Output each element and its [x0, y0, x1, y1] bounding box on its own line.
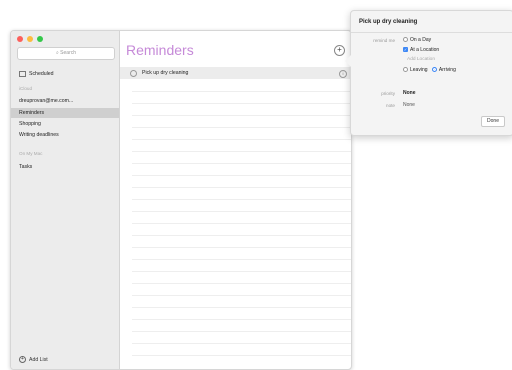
- leaving-radio[interactable]: [403, 67, 408, 73]
- empty-row-divider: [132, 115, 351, 116]
- reminder-row[interactable]: Pick up dry cleaning i: [120, 67, 351, 79]
- priority-label: priority: [381, 91, 395, 96]
- empty-row-divider: [132, 211, 351, 212]
- add-location-field[interactable]: Add Location: [407, 57, 435, 62]
- sidebar-item-tasks[interactable]: Tasks: [11, 162, 119, 172]
- empty-row-divider: [132, 91, 351, 92]
- sidebar-account[interactable]: dreuprovan@me.com...: [11, 96, 119, 106]
- reminder-list-pane: Reminders + Pick up dry cleaning i: [120, 31, 351, 369]
- empty-row-divider: [132, 355, 351, 356]
- search-input[interactable]: ⌕ Search: [17, 47, 115, 60]
- add-list-button[interactable]: + Add List: [19, 356, 48, 363]
- arriving-option[interactable]: Arriving: [431, 67, 456, 73]
- on-a-day-option[interactable]: On a Day: [403, 37, 431, 43]
- empty-row-divider: [132, 235, 351, 236]
- note-label: note: [386, 103, 395, 108]
- sidebar-item-reminders[interactable]: Reminders: [11, 108, 119, 118]
- empty-row-divider: [132, 139, 351, 140]
- zoom-button[interactable]: [37, 36, 43, 42]
- empty-row-divider: [132, 151, 351, 152]
- section-header-icloud: iCloud: [19, 86, 33, 91]
- sidebar-item-scheduled[interactable]: Scheduled: [11, 69, 119, 79]
- empty-row-divider: [132, 163, 351, 164]
- info-icon[interactable]: i: [339, 69, 347, 78]
- sidebar: ⌕ Search Scheduled iCloud dreuprovan@me.…: [11, 31, 120, 369]
- section-header-on-my-mac: On My Mac: [19, 151, 43, 156]
- arriving-radio[interactable]: [431, 67, 437, 73]
- on-a-day-checkbox[interactable]: [403, 37, 408, 43]
- empty-row-divider: [132, 103, 351, 104]
- close-button[interactable]: [17, 36, 23, 42]
- empty-row-divider: [132, 223, 351, 224]
- divider: [351, 32, 512, 33]
- window-controls: [17, 36, 43, 42]
- empty-row-divider: [132, 271, 351, 272]
- reminder-checkbox[interactable]: [130, 70, 137, 77]
- empty-row-divider: [132, 307, 351, 308]
- empty-row-divider: [132, 247, 351, 248]
- popover-title[interactable]: Pick up dry cleaning: [359, 19, 417, 25]
- note-field[interactable]: None: [403, 102, 415, 108]
- reminder-details-popover: Pick up dry cleaning remind me On a Day …: [345, 10, 512, 136]
- at-a-location-checkbox[interactable]: ✓: [403, 47, 408, 53]
- plus-circle-icon: +: [19, 356, 26, 363]
- calendar-icon: [19, 70, 26, 77]
- empty-row-divider: [132, 259, 351, 260]
- priority-select[interactable]: None: [403, 90, 416, 96]
- sidebar-item-shopping[interactable]: Shopping: [11, 119, 119, 129]
- empty-row-divider: [132, 175, 351, 176]
- empty-row-divider: [132, 127, 351, 128]
- leaving-arriving-options: Leaving Arriving: [403, 67, 456, 73]
- remind-me-label: remind me: [373, 38, 395, 43]
- add-reminder-button[interactable]: +: [334, 45, 345, 56]
- empty-row-divider: [132, 199, 351, 200]
- list-title: Reminders: [126, 42, 194, 58]
- minimize-button[interactable]: [27, 36, 33, 42]
- leaving-option[interactable]: Leaving: [403, 67, 428, 73]
- empty-row-divider: [132, 187, 351, 188]
- at-a-location-option[interactable]: ✓ At a Location: [403, 47, 439, 53]
- empty-row-divider: [132, 331, 351, 332]
- popover-arrow: [345, 55, 351, 67]
- empty-row-divider: [132, 319, 351, 320]
- reminders-window: ⌕ Search Scheduled iCloud dreuprovan@me.…: [10, 30, 352, 370]
- empty-row-divider: [132, 295, 351, 296]
- reminder-title[interactable]: Pick up dry cleaning: [142, 67, 188, 79]
- sidebar-item-writing-deadlines[interactable]: Writing deadlines: [11, 130, 119, 140]
- empty-row-divider: [132, 343, 351, 344]
- done-button[interactable]: Done: [481, 116, 505, 127]
- empty-row-divider: [132, 283, 351, 284]
